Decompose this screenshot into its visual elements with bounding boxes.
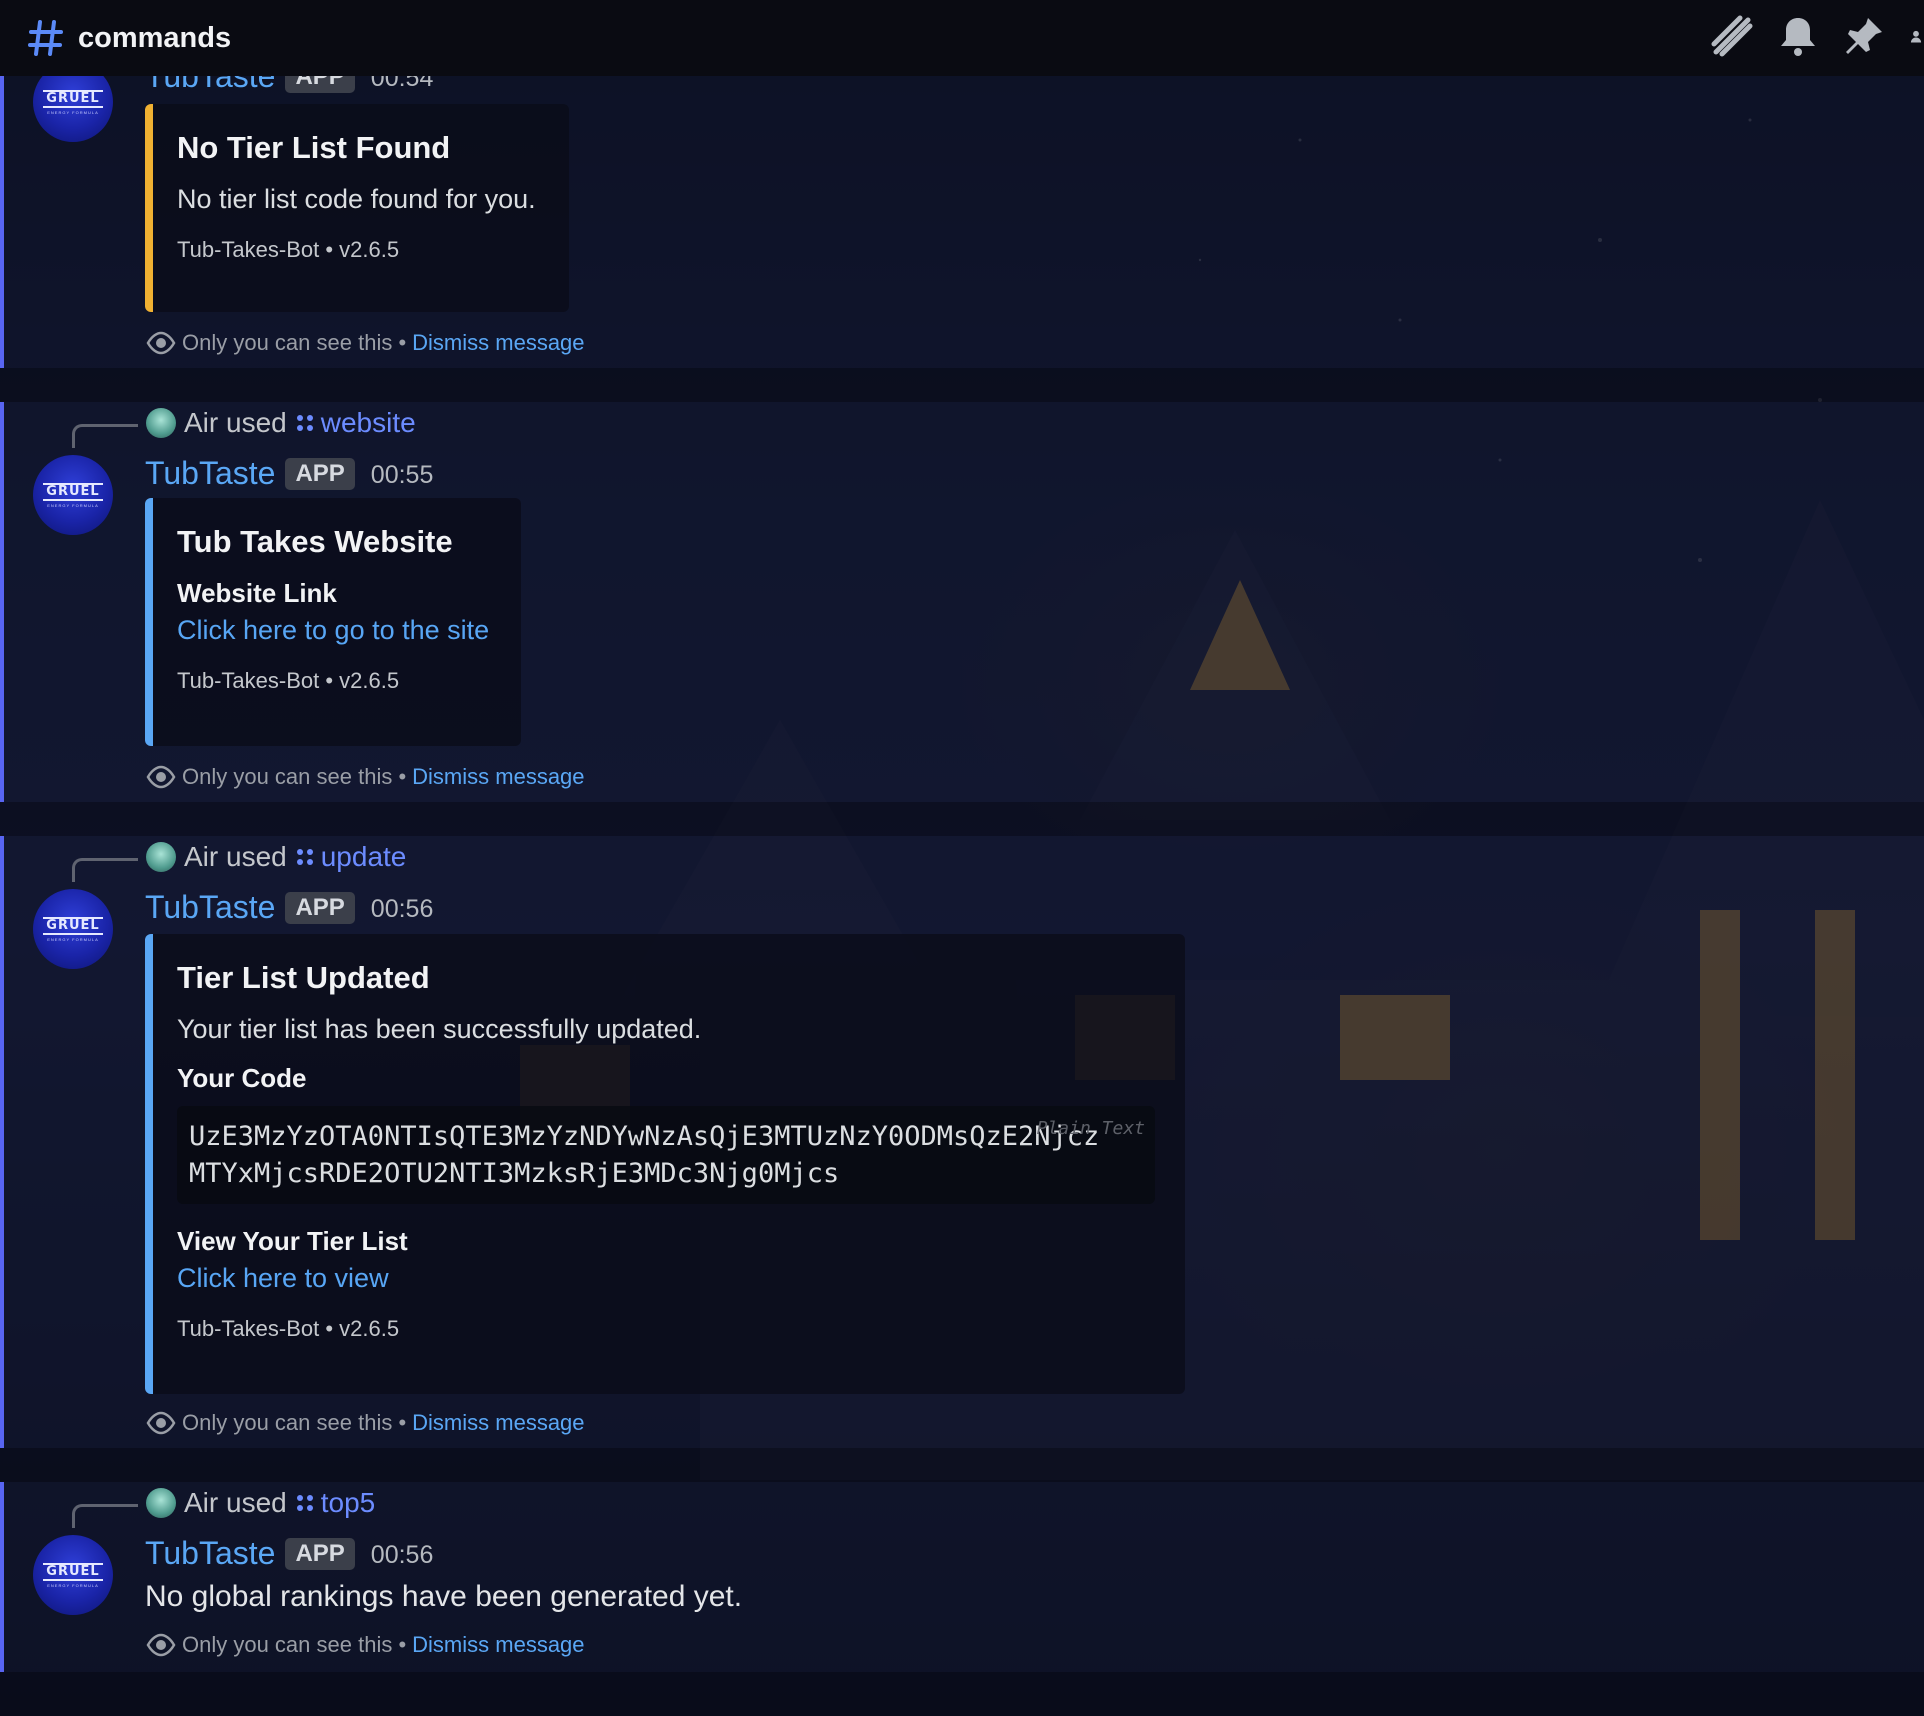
app-badge: APP [285,1537,355,1570]
author-name[interactable]: TubTaste [145,889,275,926]
message-divider [0,368,1924,402]
channel-title: commands [78,21,232,54]
message-divider [0,802,1924,836]
eye-icon [146,1411,176,1435]
app-badge: APP [285,457,355,490]
reply-used-text: used [226,841,287,872]
reply-connector [72,424,138,448]
reply-user[interactable]: Air [184,407,218,438]
message-3-meta: TubTaste APP 00:56 [145,889,433,926]
embed-title: No Tier List Found [177,130,451,165]
slash-command-link[interactable]: website [295,407,416,439]
notice-text: Only you can see this • [182,1410,407,1435]
code-line: MTYxMjcsRDE2OTU2NTI3MzksRjE3MDc3Njg0Mjcs [189,1158,840,1189]
website-link[interactable]: Click here to go to the site [177,615,491,646]
slash-command-link[interactable]: top5 [295,1487,376,1519]
reply-used-text: used [226,1487,287,1518]
command-name[interactable]: website [321,407,416,439]
dismiss-message-link[interactable]: Dismiss message [412,330,584,356]
user-avatar-small[interactable] [146,842,176,872]
bot-avatar[interactable]: GRUEL ENERGY FORMULA [33,1535,113,1615]
embed-field-name: Website Link [177,578,337,608]
eye-icon [146,765,176,789]
code-language-label: Plain Text [1036,1118,1145,1139]
app-command-icon [296,849,313,865]
embed-field-name: Your Code [177,1063,307,1093]
message-2-meta: TubTaste APP 00:55 [145,455,433,492]
ephemeral-notice: Only you can see this • Dismiss message [146,328,585,358]
reply-connector [72,858,138,882]
message-divider [0,1672,1924,1716]
timestamp: 00:56 [370,895,434,923]
notice-text: Only you can see this • [182,1632,407,1657]
members-icon[interactable] [1908,14,1924,58]
app-command-icon [296,1495,313,1511]
threads-icon[interactable] [1710,14,1754,58]
slash-command-link[interactable]: update [295,841,407,873]
embed-description: No tier list code found for you. [177,184,536,214]
embed-website: Tub Takes Website Website Link Click her… [145,498,521,746]
embed-title: Tub Takes Website [177,524,453,559]
command-reply-header: Air used update [146,841,406,873]
eye-icon [146,1633,176,1657]
message-4-meta: TubTaste APP 00:56 [145,1535,433,1572]
notice-text: Only you can see this • [182,330,407,355]
command-reply-header: Air used website [146,407,416,439]
pin-icon[interactable] [1842,14,1886,58]
app-badge: APP [285,891,355,924]
dismiss-message-link[interactable]: Dismiss message [412,1410,584,1436]
ephemeral-notice: Only you can see this • Dismiss message [146,762,585,792]
channel-header-front: commands [0,0,1924,76]
embed-footer: Tub-Takes-Bot • v2.6.5 [177,237,400,262]
code-line: UzE3MzYzOTA0NTIsQTE3MzYzNDYwNzAsQjE3MTUz… [189,1121,1100,1152]
author-name[interactable]: TubTaste [145,455,275,492]
tier-code-block[interactable]: Plain Text UzE3MzYzOTA0NTIsQTE3MzYzNDYwN… [177,1106,1155,1204]
ephemeral-notice: Only you can see this • Dismiss message [146,1630,585,1660]
command-name[interactable]: update [321,841,407,873]
reply-connector [72,1504,138,1528]
embed-footer: Tub-Takes-Bot • v2.6.5 [177,668,400,693]
embed-footer: Tub-Takes-Bot • v2.6.5 [177,1316,400,1341]
embed-field-name: View Your Tier List [177,1226,408,1256]
dismiss-message-link[interactable]: Dismiss message [412,764,584,790]
bot-avatar[interactable]: GRUEL ENERGY FORMULA [33,455,113,535]
reply-user[interactable]: Air [184,841,218,872]
author-name[interactable]: TubTaste [145,1535,275,1572]
notice-text: Only you can see this • [182,764,407,789]
reply-user[interactable]: Air [184,1487,218,1518]
bot-avatar[interactable]: GRUEL ENERGY FORMULA [33,889,113,969]
embed-title: Tier List Updated [177,960,430,995]
header-toolbar [1710,14,1924,58]
timestamp: 00:56 [370,1541,434,1569]
channel-hash-icon [28,20,63,56]
ephemeral-notice: Only you can see this • Dismiss message [146,1408,585,1438]
user-avatar-small[interactable] [146,1488,176,1518]
message-content: No global rankings have been generated y… [145,1580,743,1613]
embed-tier-list-updated: Tier List Updated Your tier list has bee… [145,934,1185,1394]
dismiss-message-link[interactable]: Dismiss message [412,1632,584,1658]
embed-no-tier-list: No Tier List Found No tier list code fou… [145,104,569,312]
reply-used-text: used [226,407,287,438]
timestamp: 00:55 [370,461,434,489]
embed-description: Your tier list has been successfully upd… [177,1014,702,1044]
command-name[interactable]: top5 [321,1487,376,1519]
message-divider [0,1448,1924,1482]
bell-icon[interactable] [1776,14,1820,58]
app-command-icon [296,415,313,431]
view-tier-list-link[interactable]: Click here to view [177,1263,1155,1294]
command-reply-header: Air used top5 [146,1487,375,1519]
user-avatar-small[interactable] [146,408,176,438]
eye-icon [146,331,176,355]
